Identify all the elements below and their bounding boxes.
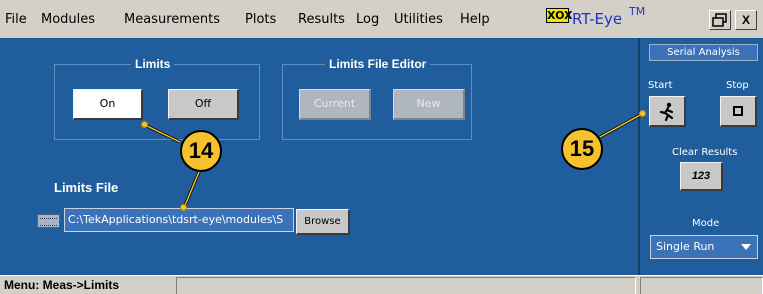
clear-results-button[interactable]: 123 xyxy=(680,162,723,191)
limits-panel: Limits On Off Limits File Editor Current… xyxy=(0,38,638,275)
status-pane-right xyxy=(640,277,763,294)
limits-file-label: Limits File xyxy=(54,180,119,195)
limits-file-path-field[interactable]: C:\TekApplications\tdsrt-eye\modules\S xyxy=(64,208,294,232)
start-label: Start xyxy=(648,80,673,91)
menu-measurements[interactable]: Measurements xyxy=(124,12,220,27)
editor-current-button[interactable]: Current xyxy=(299,89,371,120)
serial-analysis-panel: Serial Analysis Start Stop Clear Results… xyxy=(638,38,763,275)
menu-modules[interactable]: Modules xyxy=(41,12,95,27)
stop-icon xyxy=(733,106,743,116)
limits-off-button[interactable]: Off xyxy=(168,89,239,120)
mode-label: Mode xyxy=(692,218,720,229)
stop-label: Stop xyxy=(726,80,749,91)
restore-window-button[interactable] xyxy=(709,10,731,30)
mode-select[interactable]: Single Run xyxy=(650,235,758,259)
limits-on-button[interactable]: On xyxy=(73,89,143,120)
stop-button[interactable] xyxy=(720,96,757,127)
browse-button[interactable]: Browse xyxy=(296,209,350,235)
limits-file-editor-title: Limits File Editor xyxy=(325,57,431,71)
serial-analysis-title: Serial Analysis xyxy=(649,44,758,61)
trademark: TM xyxy=(629,5,646,18)
menu-file[interactable]: File xyxy=(5,12,27,27)
mode-value: Single Run xyxy=(656,240,715,253)
clear-results-label: Clear Results xyxy=(672,147,738,158)
menu-utilities[interactable]: Utilities xyxy=(394,12,443,27)
editor-new-button[interactable]: New xyxy=(393,89,465,120)
restore-window-icon xyxy=(712,13,727,27)
app-name: RT-Eye xyxy=(572,10,623,28)
menu-results[interactable]: Results xyxy=(298,12,345,27)
rt-eye-logo-icon: XOX xyxy=(546,8,573,23)
status-menu-path: Menu: Meas->Limits xyxy=(4,278,120,292)
chevron-down-icon xyxy=(741,244,751,250)
close-window-button[interactable]: X xyxy=(735,10,757,30)
status-bar: Menu: Meas->Limits xyxy=(0,275,763,294)
menu-bar: File Modules Measurements Plots Results … xyxy=(0,0,763,38)
callout-14-target-dot xyxy=(141,121,148,128)
callout-15: 15 xyxy=(561,128,603,170)
callout-14: 14 xyxy=(180,130,222,172)
menu-log[interactable]: Log xyxy=(356,12,379,27)
menu-plots[interactable]: Plots xyxy=(245,12,276,27)
menu-help[interactable]: Help xyxy=(460,12,490,27)
running-man-icon xyxy=(659,102,674,122)
start-button[interactable] xyxy=(649,96,686,127)
callout-14-target-dot xyxy=(180,204,187,211)
file-browse-icon[interactable] xyxy=(37,214,60,228)
callout-15-target-dot xyxy=(639,110,646,117)
clear-results-icon: 123 xyxy=(691,170,711,182)
status-pane xyxy=(176,277,636,294)
close-icon: X xyxy=(741,13,750,27)
limits-group-title: Limits xyxy=(131,57,175,71)
